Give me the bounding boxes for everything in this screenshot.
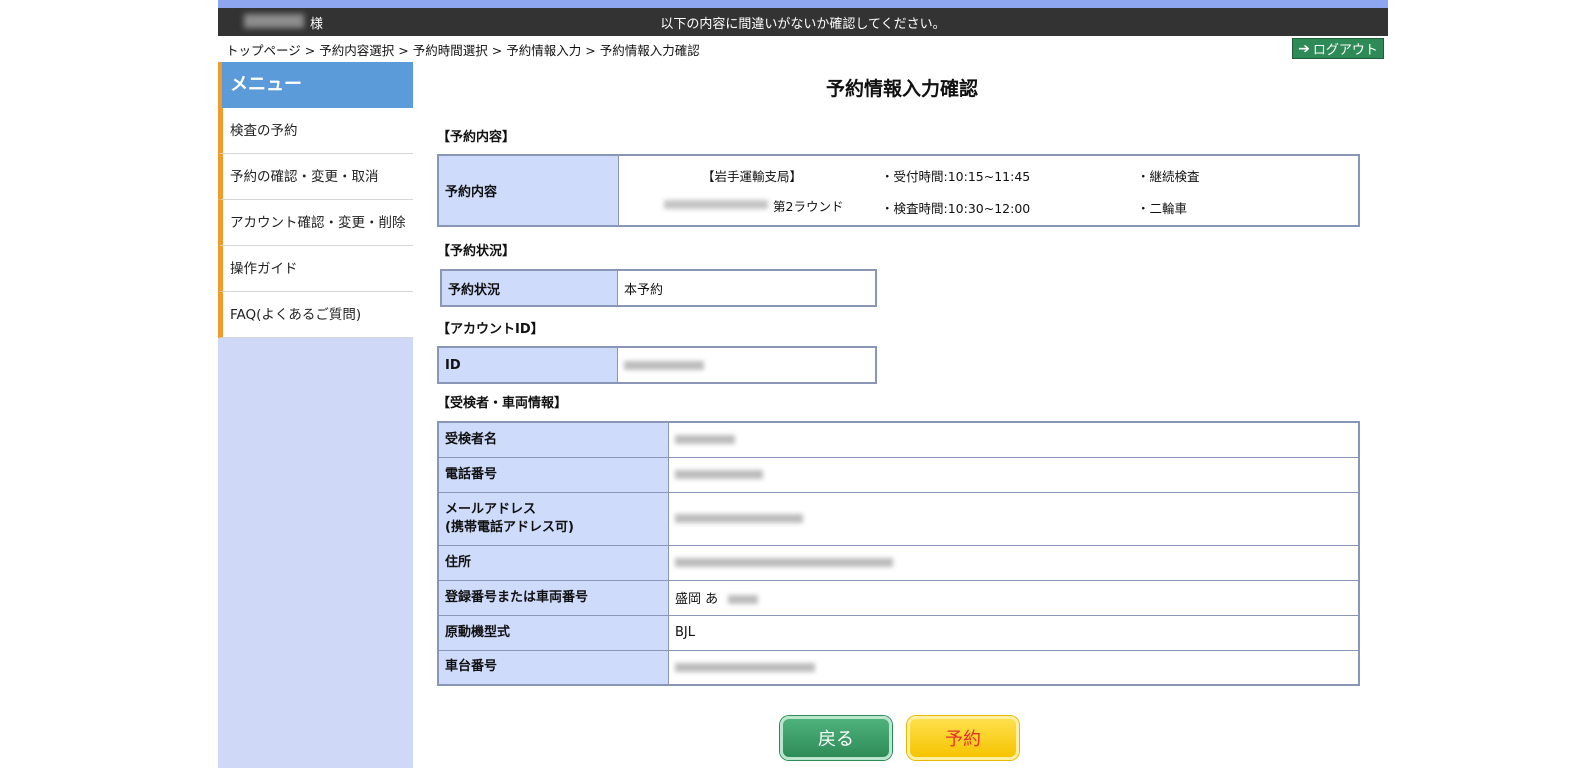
account-id-redacted	[624, 360, 704, 370]
table-row: 登録番号または車両番号 盛岡 あ	[437, 579, 1360, 616]
content-header: 予約内容	[437, 154, 619, 227]
examinee-name-redacted	[675, 435, 735, 445]
table-row: 受検者名	[437, 421, 1360, 458]
section-label-person: 【受検者・車両情報】	[437, 396, 568, 411]
person-vehicle-table: 受検者名 電話番号 メールアドレス (携帯電話アドレス可) 住所 登録番号または…	[437, 421, 1360, 686]
sidebar-item-faq[interactable]: FAQ(よくあるご質問)	[218, 292, 413, 338]
row-label-email: メールアドレス	[445, 501, 537, 517]
breadcrumb-separator: >	[398, 43, 409, 58]
sidebar-item-account-manage[interactable]: アカウント確認・変更・削除	[218, 200, 413, 246]
back-button[interactable]: 戻る	[780, 716, 892, 760]
reservation-content-table: 予約内容 【岩手運輸支局】 ・受付時間:10:15~11:45 ・継続検査 第2…	[437, 154, 1360, 227]
address-redacted	[675, 558, 893, 567]
breadcrumb-separator: >	[585, 43, 596, 58]
registration-value: 盛岡 あ	[675, 592, 719, 607]
table-row: メールアドレス (携帯電話アドレス可)	[437, 491, 1360, 546]
inspection-type: ・継続検査	[1137, 169, 1200, 184]
breadcrumb-separator: >	[304, 43, 316, 58]
row-label-phone: 電話番号	[437, 456, 669, 493]
page: 様 以下の内容に間違いがないか確認してください。 トップページ > 予約内容選択 > 予…	[0, 0, 1596, 768]
engine-model-value: BJL	[668, 614, 1360, 651]
row-label-address: 住所	[437, 544, 669, 581]
account-id-table: ID	[437, 346, 877, 384]
arrow-right-icon: ➔	[1298, 40, 1310, 57]
breadcrumb-separator: >	[491, 43, 503, 58]
row-label-chassis-number: 車台番号	[437, 649, 669, 686]
breadcrumb-item-top[interactable]: トップページ	[226, 43, 301, 58]
chassis-number-redacted	[675, 662, 815, 672]
breadcrumb-item-info-input[interactable]: 予約情報入力	[506, 43, 581, 58]
row-label-name: 受検者名	[437, 421, 669, 458]
breadcrumb: トップページ > 予約内容選択 > 予約時間選択 > 予約情報入力 > 予約情報入力確認	[226, 40, 700, 59]
inspection-time: ・検査時間:10:30~12:00	[881, 201, 1031, 216]
menu-header: メニュー	[218, 62, 413, 108]
sidebar-item-inspection-reservation[interactable]: 検査の予約	[218, 108, 413, 154]
row-label-email-note: (携帯電話アドレス可)	[445, 519, 574, 535]
confirmation-message: 以下の内容に間違いがないか確認してください。	[660, 17, 946, 32]
status-header: 予約状況	[440, 269, 618, 307]
reservation-status-table: 予約状況 本予約	[440, 269, 877, 307]
reservation-date-redacted	[664, 200, 768, 209]
breadcrumb-item-content-select[interactable]: 予約内容選択	[319, 43, 394, 58]
breadcrumb-item-current: 予約情報入力確認	[599, 43, 700, 58]
office-name: 【岩手運輸支局】	[702, 169, 803, 184]
sidebar-item-reservation-manage[interactable]: 予約の確認・変更・取消	[218, 154, 413, 200]
section-label-status: 【予約状況】	[437, 244, 516, 259]
registration-number-redacted	[728, 595, 759, 604]
account-id-header: ID	[437, 346, 618, 384]
table-row: 住所	[437, 544, 1360, 581]
vehicle-type: ・二輪車	[1137, 201, 1188, 216]
table-row: 電話番号	[437, 456, 1360, 493]
status-value: 本予約	[617, 269, 877, 307]
row-label-registration: 登録番号または車両番号	[437, 579, 669, 616]
reception-time: ・受付時間:10:15~11:45	[881, 169, 1031, 184]
breadcrumb-item-time-select[interactable]: 予約時間選択	[413, 43, 488, 58]
reserve-button[interactable]: 予約	[907, 716, 1019, 760]
page-title: 予約情報入力確認	[825, 78, 978, 100]
logout-label: ログアウト	[1312, 43, 1378, 58]
row-label-engine-model: 原動機型式	[437, 614, 669, 651]
sidebar-item-operation-guide[interactable]: 操作ガイド	[218, 246, 413, 292]
table-row: 原動機型式 BJL	[437, 614, 1360, 651]
section-label-content: 【予約内容】	[437, 130, 516, 145]
sidebar: メニュー 検査の予約 予約の確認・変更・取消 アカウント確認・変更・削除 操作ガ…	[218, 62, 413, 768]
logout-button[interactable]: ➔ ログアウト	[1292, 38, 1384, 59]
email-redacted	[675, 514, 803, 523]
table-row: 車台番号	[437, 649, 1360, 686]
account-id-value	[617, 346, 877, 384]
phone-redacted	[675, 470, 763, 479]
round: 第2ラウンド	[773, 199, 844, 214]
section-label-account: 【アカウントID】	[437, 322, 544, 337]
top-bar: 様 以下の内容に間違いがないか確認してください。	[218, 0, 1388, 36]
